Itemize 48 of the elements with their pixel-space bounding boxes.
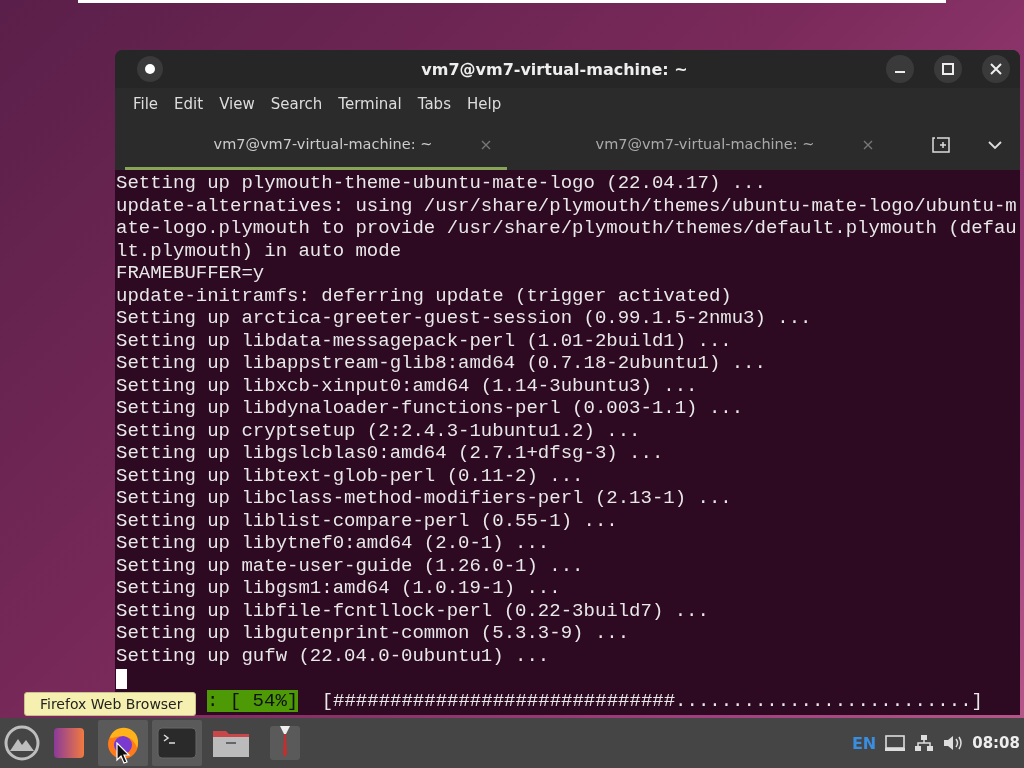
terminal-line: Setting up libgutenprint-common (5.3.3-9) ...: [116, 622, 631, 645]
progress-status: : [ 54%]: [207, 689, 299, 712]
terminal-line: Setting up arctica-greeter-guest-session (0.99.1.5-2nmu3) ...: [116, 307, 813, 330]
terminal-line: Setting up libfile-fcntllock-perl (0.22-3build7) ...: [116, 599, 710, 622]
minimize-icon[interactable]: [886, 55, 914, 83]
mountain-logo-icon[interactable]: [4, 725, 40, 761]
terminal-line: Setting up plymouth-theme-ubuntu-mate-logo (22.04.17) ...: [116, 172, 767, 195]
terminal-line: lt.plymouth) in auto mode: [116, 239, 403, 262]
menu-item[interactable]: File: [125, 95, 167, 113]
chevron-icon[interactable]: [987, 140, 1003, 150]
menu-item[interactable]: Terminal: [330, 95, 410, 113]
volume-icon[interactable]: [942, 734, 965, 752]
terminal-line: Setting up liblist-compare-perl (0.55-1) ...: [116, 509, 619, 532]
terminal-line: Setting up libdata-messagepack-perl (1.01-2build1) ...: [116, 329, 733, 352]
monitor-icon[interactable]: [884, 734, 907, 752]
menu-item[interactable]: Tabs: [409, 95, 459, 113]
terminal-line: update-initramfs: deferring update (trigger activated): [116, 284, 733, 307]
terminal-line: update-alternatives: using /usr/share/plymouth/themes/ubuntu-mate-logo/ubuntu-m: [116, 194, 1017, 217]
terminal-line: ate-logo.plymouth to provide /usr/share/plymouth/themes/default.plymouth (defau: [116, 217, 1017, 240]
close-icon[interactable]: [982, 55, 1010, 83]
network-icon[interactable]: [914, 734, 935, 752]
terminal-line: Setting up gufw (22.04.0-0ubuntu1) ...: [116, 644, 551, 667]
terminal-line: Setting up cryptsetup (2:2.4.3-1ubuntu1.2) ...: [116, 419, 642, 442]
terminal-line: FRAMEBUFFER=y: [116, 262, 266, 285]
mouse-pointer-icon: [116, 742, 130, 764]
terminal-line: Setting up libappstream-glib8:amd64 (0.7.18-2ubuntu1) ...: [116, 352, 767, 375]
clock[interactable]: 08:08: [972, 734, 1020, 752]
text-cursor: [116, 669, 127, 689]
window-menu-icon[interactable]: [137, 56, 163, 82]
menu-item[interactable]: View: [211, 95, 263, 113]
progress-bar-text: [##############################..........................]: [321, 689, 983, 712]
firefox-icon[interactable]: [98, 720, 148, 766]
menu-item[interactable]: Edit: [166, 95, 212, 113]
terminal-line: Setting up mate-user-guide (1.26.0-1) ...: [116, 554, 585, 577]
terminal-line: Setting up libtext-glob-perl (0.11-2) ...: [116, 464, 585, 487]
terminal-line: Setting up libytnef0:amd64 (2.0-1) ...: [116, 532, 551, 555]
terminal-line: Setting up libxcb-xinput0:amd64 (1.14-3ubuntu3) ...: [116, 374, 699, 397]
new-tab-icon[interactable]: [931, 136, 951, 154]
terminal-line: Setting up libgsm1:amd64 (1.0.19-1) ...: [116, 577, 562, 600]
window-title: vm7@vm7-virtual-machine: ~: [420, 59, 689, 79]
terminal-line: Setting up libdynaloader-functions-perl (0.003-1.1) ...: [116, 397, 745, 420]
terminal-line: Setting up libclass-method-modifiers-perl (2.13-1) ...: [116, 487, 733, 510]
tooltip: Firefox Web Browser: [24, 692, 196, 716]
menu-item[interactable]: Help: [458, 95, 510, 113]
menu-item[interactable]: Search: [262, 95, 331, 113]
terminal-line: Setting up libgslcblas0:amd64 (2.7.1+dfsg-3) ...: [116, 442, 665, 465]
maximize-icon[interactable]: [934, 55, 962, 83]
tab[interactable]: vm7@vm7-virtual-machine: ~: [507, 120, 889, 170]
